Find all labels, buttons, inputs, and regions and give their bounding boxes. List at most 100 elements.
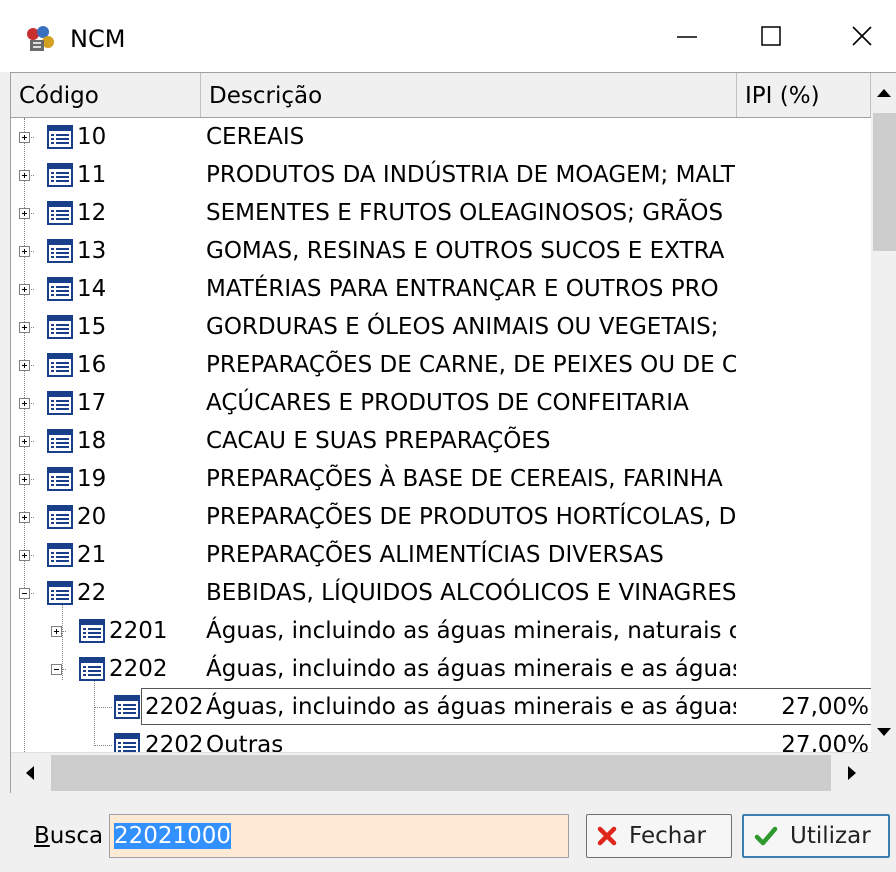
- table-row-selected[interactable]: 2202 Águas, incluindo as águas minerais e…: [11, 688, 871, 726]
- cell-ipi: [737, 346, 871, 384]
- list-node-icon: [47, 125, 73, 149]
- horizontal-scroll-thumb[interactable]: [51, 755, 831, 791]
- cell-codigo: 2201: [109, 618, 168, 644]
- list-node-icon: [47, 201, 73, 225]
- list-node-icon: [114, 733, 140, 752]
- table-row[interactable]: 18 CACAU E SUAS PREPARAÇÕES: [11, 422, 871, 460]
- table-row[interactable]: 12 SEMENTES E FRUTOS OLEAGINOSOS; GRÃOS: [11, 194, 871, 232]
- column-header-codigo[interactable]: Código: [11, 73, 201, 117]
- collapse-icon[interactable]: [51, 664, 62, 675]
- scroll-down-button[interactable]: [871, 712, 896, 752]
- utilizar-button[interactable]: Utilizar: [742, 814, 890, 858]
- table-row[interactable]: 21 PREPARAÇÕES ALIMENTÍCIAS DIVERSAS: [11, 536, 871, 574]
- list-node-icon: [47, 163, 73, 187]
- search-label-text: usca: [49, 823, 104, 849]
- arrow-left-icon: [26, 766, 34, 780]
- table-row[interactable]: 2202 Outras 27,00%: [11, 726, 871, 752]
- expand-icon[interactable]: [19, 132, 30, 143]
- cell-descricao: Águas, incluindo as águas minerais e as …: [206, 656, 736, 682]
- table-row[interactable]: 16 PREPARAÇÕES DE CARNE, DE PEIXES OU DE …: [11, 346, 871, 384]
- cell-descricao: PREPARAÇÕES DE PRODUTOS HORTÍCOLAS, D: [206, 504, 736, 530]
- cell-ipi: [737, 270, 871, 308]
- expand-icon[interactable]: [19, 208, 30, 219]
- table-row[interactable]: 20 PREPARAÇÕES DE PRODUTOS HORTÍCOLAS, D: [11, 498, 871, 536]
- cell-ipi: 27,00%: [781, 732, 869, 752]
- vertical-scrollbar[interactable]: [871, 73, 896, 752]
- arrow-right-icon: [848, 766, 856, 780]
- cell-codigo: 12: [77, 200, 107, 226]
- expand-icon[interactable]: [19, 284, 30, 295]
- scroll-left-button[interactable]: [11, 753, 49, 793]
- cell-codigo: 22: [77, 580, 107, 606]
- cell-ipi: [737, 194, 871, 232]
- table-row[interactable]: 11 PRODUTOS DA INDÚSTRIA DE MOAGEM; MALT: [11, 156, 871, 194]
- search-label: Busca: [34, 820, 103, 852]
- tree-line: [94, 707, 112, 708]
- expand-icon[interactable]: [19, 360, 30, 371]
- horizontal-scrollbar[interactable]: [11, 752, 871, 794]
- list-node-icon: [47, 505, 73, 529]
- table-row[interactable]: 2202 Águas, incluindo as águas minerais e…: [11, 650, 871, 688]
- cell-ipi: [737, 536, 871, 574]
- grid-body[interactable]: 10 CEREAIS 11 PRODUTOS DA INDÚSTRIA DE MOAG…: [11, 118, 871, 752]
- cell-codigo: 2202: [109, 656, 168, 682]
- expand-icon[interactable]: [19, 322, 30, 333]
- search-input[interactable]: 22021000: [109, 814, 569, 858]
- cell-ipi: [737, 232, 871, 270]
- cell-ipi: 27,00%: [781, 694, 869, 720]
- vertical-scroll-thumb[interactable]: [873, 113, 896, 251]
- expand-icon[interactable]: [19, 512, 30, 523]
- arrow-down-icon: [877, 728, 891, 736]
- table-row[interactable]: 19 PREPARAÇÕES À BASE DE CEREAIS, FARINHA: [11, 460, 871, 498]
- collapse-icon[interactable]: [19, 588, 30, 599]
- table-row[interactable]: 22 BEBIDAS, LÍQUIDOS ALCOÓLICOS E VINAGRE…: [11, 574, 871, 612]
- list-node-icon: [47, 429, 73, 453]
- minimize-icon: [677, 36, 697, 38]
- table-row[interactable]: 17 AÇÚCARES E PRODUTOS DE CONFEITARIA: [11, 384, 871, 422]
- cell-descricao: GOMAS, RESINAS E OUTROS SUCOS E EXTRA: [206, 238, 725, 264]
- cell-ipi: [737, 384, 871, 422]
- search-input-value: 22021000: [114, 823, 232, 849]
- cell-codigo: 19: [77, 466, 107, 492]
- x-red-icon: [597, 826, 617, 846]
- expand-icon[interactable]: [19, 436, 30, 447]
- table-row[interactable]: 13 GOMAS, RESINAS E OUTROS SUCOS E EXTRA: [11, 232, 871, 270]
- tree-line: [94, 745, 112, 746]
- list-node-icon: [47, 467, 73, 491]
- column-header-ipi[interactable]: IPI (%): [737, 73, 871, 117]
- cell-codigo: 16: [77, 352, 107, 378]
- table-row[interactable]: 15 GORDURAS E ÓLEOS ANIMAIS OU VEGETAIS;: [11, 308, 871, 346]
- list-node-icon: [79, 657, 105, 681]
- list-node-icon: [47, 239, 73, 263]
- close-window-button[interactable]: [832, 12, 892, 60]
- cell-ipi: [737, 612, 871, 650]
- scroll-up-button[interactable]: [871, 73, 896, 113]
- expand-icon[interactable]: [19, 550, 30, 561]
- maximize-button[interactable]: [741, 12, 801, 60]
- window-title: NCM: [70, 25, 126, 53]
- expand-icon[interactable]: [19, 398, 30, 409]
- cell-codigo: 10: [77, 124, 107, 150]
- cell-codigo: 11: [77, 162, 107, 188]
- expand-icon[interactable]: [19, 474, 30, 485]
- expand-icon[interactable]: [19, 246, 30, 257]
- list-node-icon: [47, 391, 73, 415]
- list-node-icon: [47, 353, 73, 377]
- table-row[interactable]: 14 MATÉRIAS PARA ENTRANÇAR E OUTROS PRO: [11, 270, 871, 308]
- cell-descricao: PREPARAÇÕES DE CARNE, DE PEIXES OU DE C: [206, 352, 736, 378]
- table-row[interactable]: 10 CEREAIS: [11, 118, 871, 156]
- scroll-right-button[interactable]: [833, 753, 871, 793]
- cell-codigo: 18: [77, 428, 107, 454]
- cell-codigo: 17: [77, 390, 107, 416]
- column-header-descricao[interactable]: Descrição: [201, 73, 737, 117]
- minimize-button[interactable]: [657, 12, 717, 60]
- ncm-tree-grid[interactable]: Código Descrição IPI (%) 10 CEREAIS 11 PROD…: [10, 72, 896, 794]
- fechar-button[interactable]: Fechar: [586, 814, 732, 858]
- arrow-up-icon: [877, 89, 891, 97]
- title-bar: NCM: [0, 0, 896, 72]
- cell-codigo: 20: [77, 504, 107, 530]
- table-row[interactable]: 2201 Águas, incluindo as águas minerais, …: [11, 612, 871, 650]
- expand-icon[interactable]: [19, 170, 30, 181]
- expand-icon[interactable]: [51, 626, 62, 637]
- cell-descricao: GORDURAS E ÓLEOS ANIMAIS OU VEGETAIS;: [206, 314, 719, 340]
